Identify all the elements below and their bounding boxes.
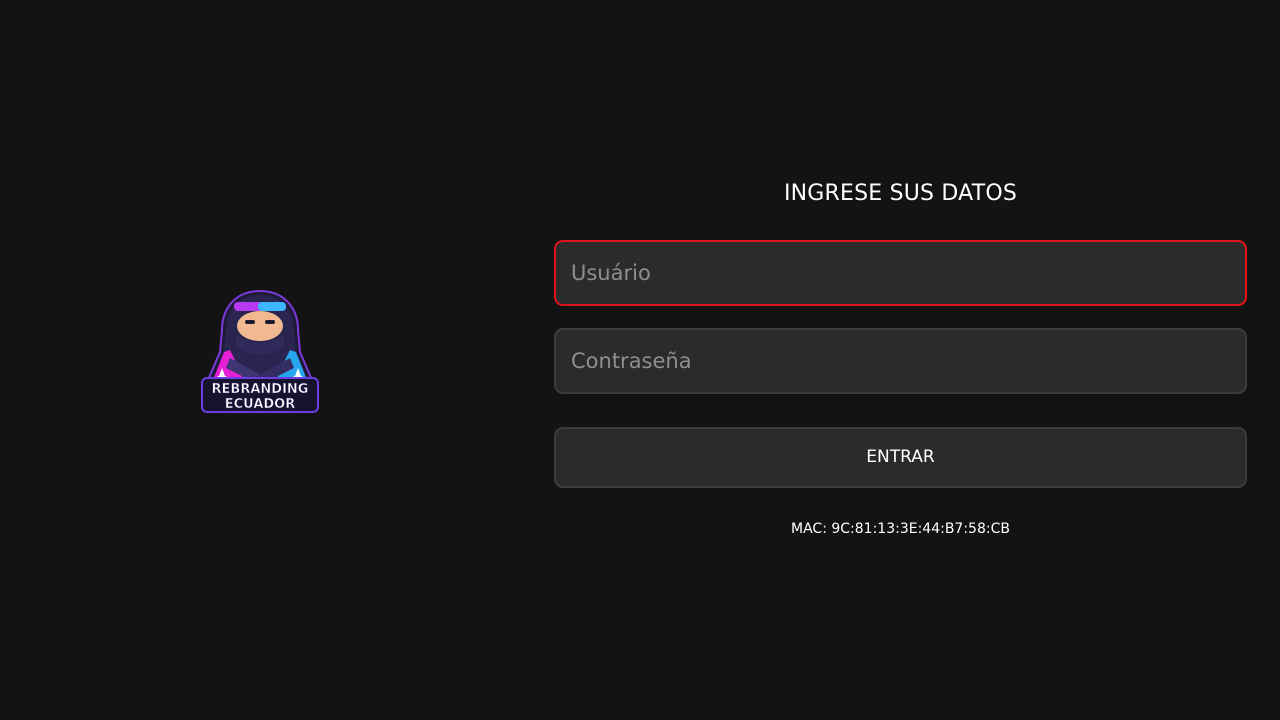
- svg-text:ECUADOR: ECUADOR: [225, 397, 296, 412]
- logo-line2: ECUADOR: [200, 416, 201, 417]
- password-field[interactable]: [554, 328, 1247, 394]
- username-field[interactable]: [554, 240, 1247, 306]
- mac-address-label: MAC: 9C:81:13:3E:44:B7:58:CB: [791, 521, 1010, 537]
- svg-text:REBRANDING: REBRANDING: [212, 382, 309, 397]
- form-title: INGRESE SUS DATOS: [783, 181, 1018, 206]
- ninja-logo-icon: REBRANDING ECUADOR REBRANDING ECUADOR: [200, 288, 320, 416]
- password-input[interactable]: [556, 330, 1245, 392]
- login-button[interactable]: ENTRAR: [554, 427, 1247, 488]
- login-screen: REBRANDING ECUADOR REBRANDING ECUADOR IN…: [0, 0, 1280, 720]
- logo-line1: REBRANDING: [200, 416, 201, 417]
- username-input[interactable]: [556, 242, 1245, 304]
